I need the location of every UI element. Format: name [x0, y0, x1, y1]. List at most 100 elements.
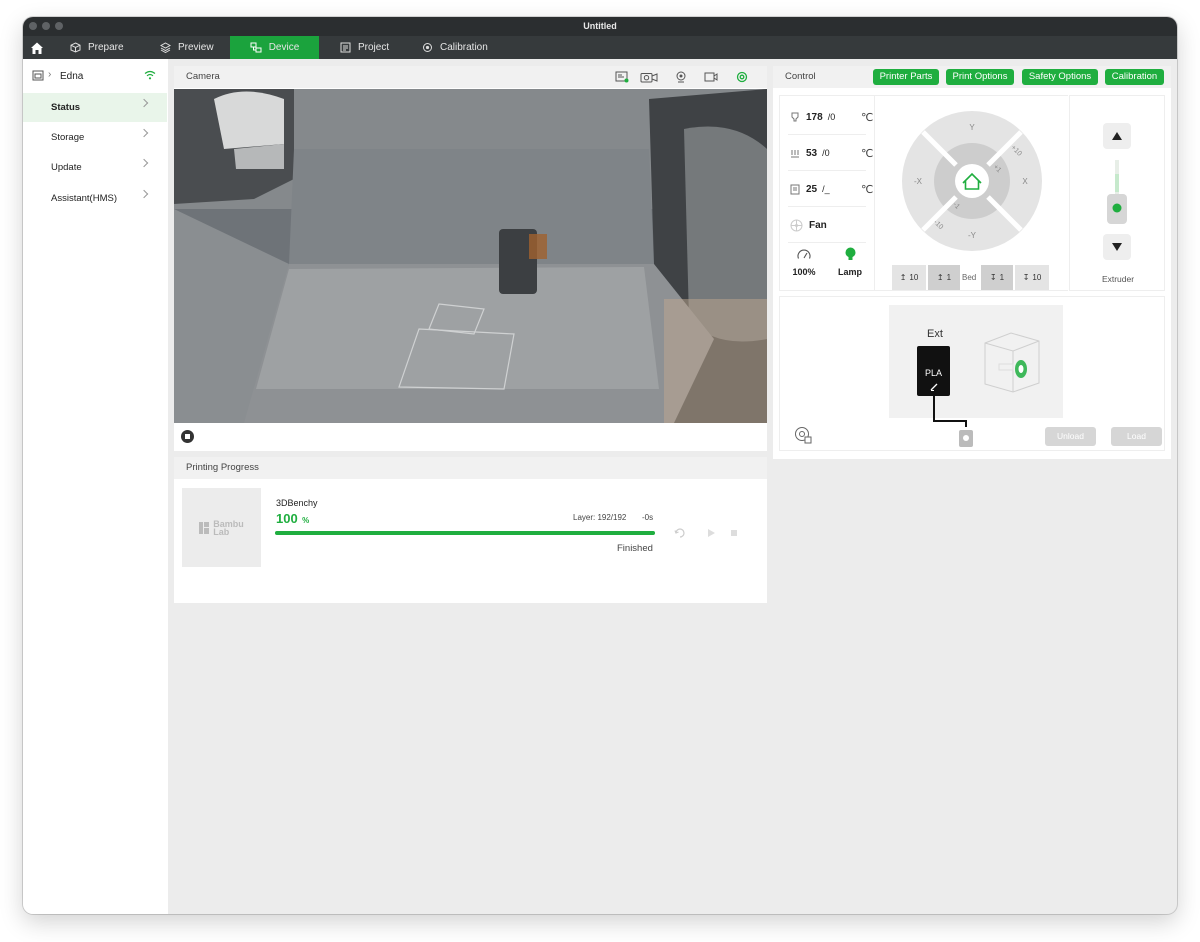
stop-print-icon[interactable] [729, 528, 739, 538]
arrow-up-icon: ↥ [899, 273, 907, 282]
stop-stream-button[interactable] [181, 430, 194, 443]
bed-down-10-button[interactable]: ↧ 10 [1015, 265, 1049, 290]
sd-card-icon[interactable] [615, 71, 629, 83]
chamber-temp: 25 [806, 183, 818, 195]
printer-icon [32, 70, 44, 81]
triangle-down-icon [1112, 243, 1122, 251]
external-spool-area: Ext PLA [889, 305, 1063, 418]
safety-options-button[interactable]: Safety Options [1022, 69, 1098, 85]
extruder-label: Extruder [1101, 274, 1135, 284]
arrow-down-icon: ↧ [1022, 273, 1030, 282]
jog-label-minus-x: -X [914, 177, 923, 186]
zoom-window-button[interactable] [55, 22, 63, 30]
load-button[interactable]: Load [1111, 427, 1162, 446]
device-icon [250, 42, 262, 53]
progress-bar-track [275, 531, 655, 535]
bed-step-controls: ↥ 10 ↥ 1 Bed ↧ 1 ↧ 10 [892, 265, 1052, 290]
sidebar-item-label: Update [51, 162, 82, 173]
filament-card: Ext PLA Unload Load [779, 296, 1165, 451]
arrow-down-icon: ↧ [989, 273, 997, 282]
control-panel: Control Printer Parts Print Options Safe… [773, 66, 1171, 459]
camera-feed-image [174, 89, 767, 423]
device-selector[interactable]: › Edna [23, 67, 168, 87]
camera-snapshot-icon[interactable] [640, 71, 658, 83]
extruder-icon [1107, 160, 1127, 224]
bed-temp-row[interactable]: 53 /0 ℃ [790, 143, 873, 163]
chevron-right-icon [139, 98, 149, 108]
triangle-up-icon [1112, 132, 1122, 140]
progress-header: Printing Progress [174, 457, 767, 479]
filament-settings-icon[interactable] [794, 426, 812, 444]
tab-prepare[interactable]: Prepare [70, 36, 160, 59]
minimize-window-button[interactable] [42, 22, 50, 30]
print-options-button[interactable]: Print Options [946, 69, 1014, 85]
lamp-toggle[interactable]: Lamp [830, 247, 870, 282]
home-button[interactable] [27, 36, 47, 59]
percent-unit: % [302, 516, 310, 525]
filament-type: PLA [924, 368, 942, 378]
speed-control[interactable]: 100% [784, 247, 824, 282]
calibration-button[interactable]: Calibration [1105, 69, 1164, 85]
bed-heat-icon [791, 149, 799, 157]
webcam-icon[interactable] [674, 71, 688, 83]
progress-percent: 100 % [276, 510, 309, 528]
layers-icon [160, 42, 171, 53]
bed-up-10-button[interactable]: ↥ 10 [892, 265, 926, 290]
extruder-down-button[interactable] [1103, 234, 1131, 260]
step-value: 10 [1032, 273, 1042, 282]
device-sidebar: › Edna Status Storage Update Assistant(H… [23, 59, 168, 914]
tab-preview[interactable]: Preview [160, 36, 230, 59]
tab-label: Calibration [440, 42, 488, 53]
chamber-temp-row[interactable]: 25 /_ ℃ [790, 179, 873, 199]
chevron-right-icon: › [48, 69, 52, 80]
sidebar-item-update[interactable]: Update [23, 153, 167, 182]
tab-device[interactable]: Device [230, 36, 319, 59]
bambu-lab-logo-icon [199, 521, 210, 534]
divider [788, 206, 866, 207]
bed-up-1-button[interactable]: ↥ 1 [928, 265, 960, 290]
nozzle-icon [791, 112, 799, 121]
bed-label: Bed [962, 273, 977, 282]
remaining-time: -0s [642, 513, 654, 522]
sidebar-item-label: Status [51, 102, 81, 113]
play-icon[interactable] [706, 528, 716, 538]
home-icon [31, 42, 43, 54]
chevron-right-icon [139, 189, 149, 199]
filament-path-line [933, 395, 967, 427]
tab-project[interactable]: Project [340, 36, 410, 59]
unload-button[interactable]: Unload [1045, 427, 1096, 446]
toolhead-icon [959, 430, 973, 447]
progress-bar-fill [275, 531, 655, 535]
file-name: 3DBenchy [276, 498, 318, 508]
nozzle-temp-row[interactable]: 178 /0 ℃ [790, 107, 873, 127]
nozzle-temp: 178 [806, 111, 823, 123]
sidebar-item-assistant[interactable]: Assistant(HMS) [23, 184, 167, 213]
control-title: Control [785, 71, 816, 82]
jog-label-y: Y [969, 123, 975, 132]
project-icon [340, 42, 351, 53]
printer-parts-button[interactable]: Printer Parts [873, 69, 939, 85]
settings-icon[interactable] [735, 71, 749, 83]
speed-gauge-icon [797, 249, 811, 259]
tab-calibration[interactable]: Calibration [422, 36, 512, 59]
fan-control[interactable]: Fan [790, 215, 868, 235]
wifi-icon [144, 70, 156, 80]
bed-down-1-button[interactable]: ↧ 1 [981, 265, 1013, 290]
reprint-icon[interactable] [674, 527, 686, 539]
divider [788, 170, 866, 171]
jog-pad[interactable]: Y -Y -X X +10 +1 -1 -10 [901, 110, 1043, 252]
print-status: Finished [617, 543, 653, 554]
edit-pencil-icon [930, 383, 937, 391]
sidebar-item-label: Assistant(HMS) [51, 193, 117, 204]
spool-box-icon [984, 332, 1040, 393]
close-window-button[interactable] [29, 22, 37, 30]
main-tab-bar: Prepare Preview Device Project Calibrati… [23, 36, 1177, 59]
divider [788, 242, 866, 243]
video-record-icon[interactable] [704, 71, 718, 83]
filament-slot-pla[interactable]: PLA [917, 346, 950, 396]
sidebar-item-status[interactable]: Status [23, 93, 167, 122]
stop-icon [185, 434, 190, 439]
sidebar-item-storage[interactable]: Storage [23, 123, 167, 152]
extruder-up-button[interactable] [1103, 123, 1131, 149]
camera-title: Camera [186, 71, 220, 82]
